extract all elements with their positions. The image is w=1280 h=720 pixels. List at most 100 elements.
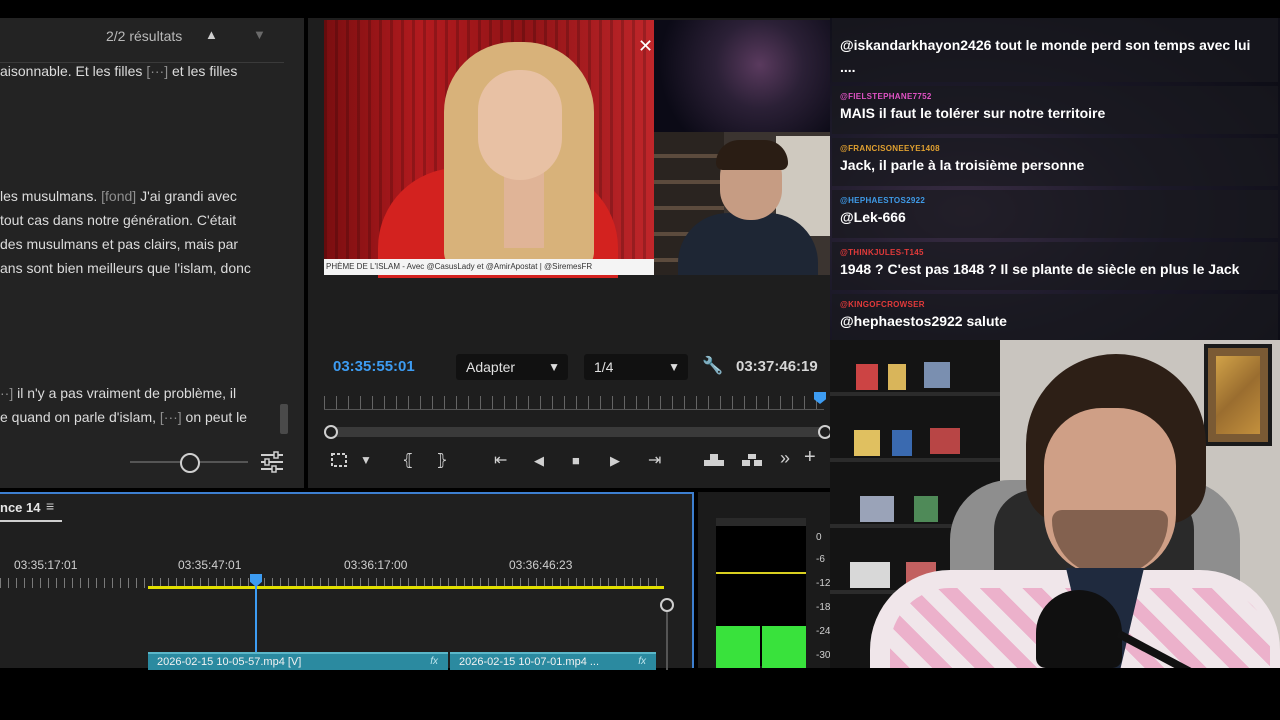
- timeline-time-label: 03:36:46:23: [509, 558, 573, 572]
- chat-message: @THINKJULES-T145 1948 ? C'est pas 1848 ?…: [832, 242, 1278, 290]
- transcript-text: des musulmans et pas clairs, mais par: [0, 236, 239, 252]
- program-monitor: PHÈME DE L'ISLAM - Avec @CasusLady et @A…: [308, 18, 832, 488]
- monitor-time-ruler[interactable]: [324, 396, 824, 410]
- chat-text: Jack, il parle à la troisième personne: [840, 157, 1085, 173]
- zoom-level-select[interactable]: Adapter ▼: [456, 354, 568, 380]
- chat-username: @FIELSTEPHANE7752: [840, 92, 932, 101]
- video-speaker-neck: [504, 168, 544, 248]
- scrollbar[interactable]: [280, 404, 288, 434]
- settings-sliders-icon[interactable]: [258, 450, 286, 474]
- painting-canvas: [1216, 356, 1260, 434]
- go-to-out-icon[interactable]: ⇥: [648, 450, 661, 470]
- meter-scale-label: -6: [816, 554, 825, 565]
- meter-scale-label: -12: [816, 578, 831, 589]
- meter-peak-area: [716, 518, 806, 526]
- menu-icon[interactable]: ≡: [46, 498, 54, 514]
- transcript-line[interactable]: tout cas dans notre génération. C'était: [0, 208, 236, 232]
- extract-icon[interactable]: [740, 452, 764, 468]
- safe-margins-icon[interactable]: [330, 452, 348, 468]
- timeline-zoom-handle[interactable]: [660, 598, 674, 612]
- zoom-scrollbar[interactable]: [326, 427, 826, 437]
- playback-resolution-select[interactable]: 1/4 ▼: [584, 354, 688, 380]
- transcript-text: et les filles: [168, 63, 238, 79]
- transcript-line[interactable]: ··] il n'y a pas vraiment de problème, i…: [0, 381, 236, 405]
- mark-out-icon[interactable]: ⦄: [436, 450, 448, 470]
- chat-text: 1948 ? C'est pas 1848 ? Il se plante de …: [840, 261, 1240, 277]
- zoom-scrollbar-start-handle[interactable]: [324, 425, 338, 439]
- meter-peak-line: [716, 572, 806, 574]
- chat-message: @FIELSTEPHANE7752 MAIS il faut le tolére…: [832, 86, 1278, 134]
- transcript-line[interactable]: ans sont bien meilleurs que l'islam, don…: [0, 256, 251, 280]
- timeline-scrollbar[interactable]: [666, 612, 668, 670]
- shelf-item: [924, 362, 950, 388]
- add-button-icon[interactable]: +: [804, 446, 816, 469]
- stop-icon[interactable]: ■: [572, 453, 580, 468]
- chat-text: MAIS il faut le tolérer sur notre territ…: [840, 105, 1106, 121]
- transcript-text: J'ai grandi avec: [136, 188, 237, 204]
- video-speaker-face: [478, 70, 562, 180]
- duration-timecode: 03:37:46:19: [736, 358, 818, 375]
- fx-badge-icon: fx: [430, 656, 438, 667]
- transcript-text: il n'y a pas vraiment de problème, il: [13, 385, 237, 401]
- zoom-slider-thumb[interactable]: [180, 453, 200, 473]
- shelf-item: [856, 364, 878, 390]
- chevron-down-icon[interactable]: ▼: [253, 27, 266, 42]
- step-back-icon[interactable]: ◀: [534, 453, 544, 469]
- transcript-text: on peut le: [181, 409, 248, 425]
- go-to-in-icon[interactable]: ⇤: [494, 450, 507, 470]
- playhead-timecode[interactable]: 03:35:55:01: [333, 358, 415, 375]
- space-background: [654, 20, 830, 132]
- meter-scale-label: -24: [816, 626, 831, 637]
- lift-icon[interactable]: [702, 452, 726, 468]
- clip-label: 2026-02-15 10-05-57.mp4 [V]: [157, 656, 302, 668]
- video-caption: PHÈME DE L'ISLAM - Avec @CasusLady et @A…: [324, 259, 654, 275]
- video-clip[interactable]: 2026-02-15 10-07-01.mp4 ... fx: [450, 652, 656, 670]
- work-area-bar[interactable]: [148, 586, 664, 589]
- chat-username: [840, 24, 1270, 34]
- chat-username: @HEPHAESTOS2922: [840, 196, 926, 205]
- chevron-down-icon: ▼: [548, 360, 560, 374]
- transcript-text: les musulmans.: [0, 188, 102, 204]
- wrench-icon[interactable]: 🔧: [702, 356, 723, 376]
- transcript-tag: [fond]: [101, 188, 137, 204]
- microphone: [1036, 590, 1122, 668]
- chat-message: @KINGOFCROWSER @hephaestos2922 salute: [832, 294, 1278, 340]
- transcript-line[interactable]: aisonnable. Et les filles [···] et les f…: [0, 59, 237, 83]
- timeline-time-label: 03:36:17:00: [344, 558, 408, 572]
- meter-scale-label: 0: [816, 532, 822, 543]
- chat-message: @FRANCISONEEYE1408 Jack, il parle à la t…: [832, 138, 1278, 186]
- transcript-tag: ··]: [0, 385, 14, 401]
- transcript-line[interactable]: des musulmans et pas clairs, mais par: [0, 232, 238, 256]
- video-clip[interactable]: 2026-02-15 10-05-57.mp4 [V] fx: [148, 652, 448, 670]
- transcript-line[interactable]: e quand on parle d'islam, [···] on peut …: [0, 405, 247, 429]
- transcript-tag: [···]: [159, 409, 182, 425]
- transcript-text: tout cas dans notre génération. C'était: [0, 212, 237, 228]
- chevron-up-icon[interactable]: ▲: [205, 27, 218, 42]
- chat-overlay: @iskandarkhayon2426 tout le monde perd s…: [830, 18, 1280, 340]
- transcript-line[interactable]: les musulmans. [fond] J'ai grandi avec: [0, 184, 237, 208]
- mark-in-icon[interactable]: ⦃: [402, 450, 414, 470]
- meter-scale-label: -30: [816, 650, 831, 661]
- transcript-tag: [···]: [146, 63, 169, 79]
- chevron-down-icon: ▼: [668, 360, 680, 374]
- monitor-ruler-baseline: [324, 409, 824, 410]
- chevron-down-icon[interactable]: ▼: [360, 453, 372, 467]
- step-forward-icon[interactable]: ▶: [610, 453, 620, 469]
- audio-meter: 0 -6 -12 -18 -24 -30: [698, 492, 830, 668]
- close-icon[interactable]: ✕: [638, 36, 653, 57]
- more-controls-icon[interactable]: »: [780, 448, 790, 469]
- webcam-painting: [1204, 344, 1272, 446]
- clip-label: 2026-02-15 10-07-01.mp4 ...: [459, 656, 600, 668]
- shelf-item: [914, 496, 938, 522]
- chat-message: @iskandarkhayon2426 tout le monde perd s…: [832, 18, 1278, 82]
- search-results-bar: 2/2 résultats ▲ ▼: [0, 18, 304, 54]
- timeline-time-label: 03:35:17:01: [14, 558, 78, 572]
- fx-badge-icon: fx: [638, 656, 646, 667]
- timeline-time-label: 03:35:47:01: [178, 558, 242, 572]
- transcript-panel: 2/2 résultats ▲ ▼ aisonnable. Et les fil…: [0, 18, 304, 488]
- sequence-tab[interactable]: nce 14: [0, 500, 40, 515]
- resolution-value: 1/4: [594, 359, 614, 375]
- guest-body: [678, 213, 818, 275]
- zoom-level-value: Adapter: [466, 359, 516, 375]
- search-results-count: 2/2 résultats: [106, 28, 183, 44]
